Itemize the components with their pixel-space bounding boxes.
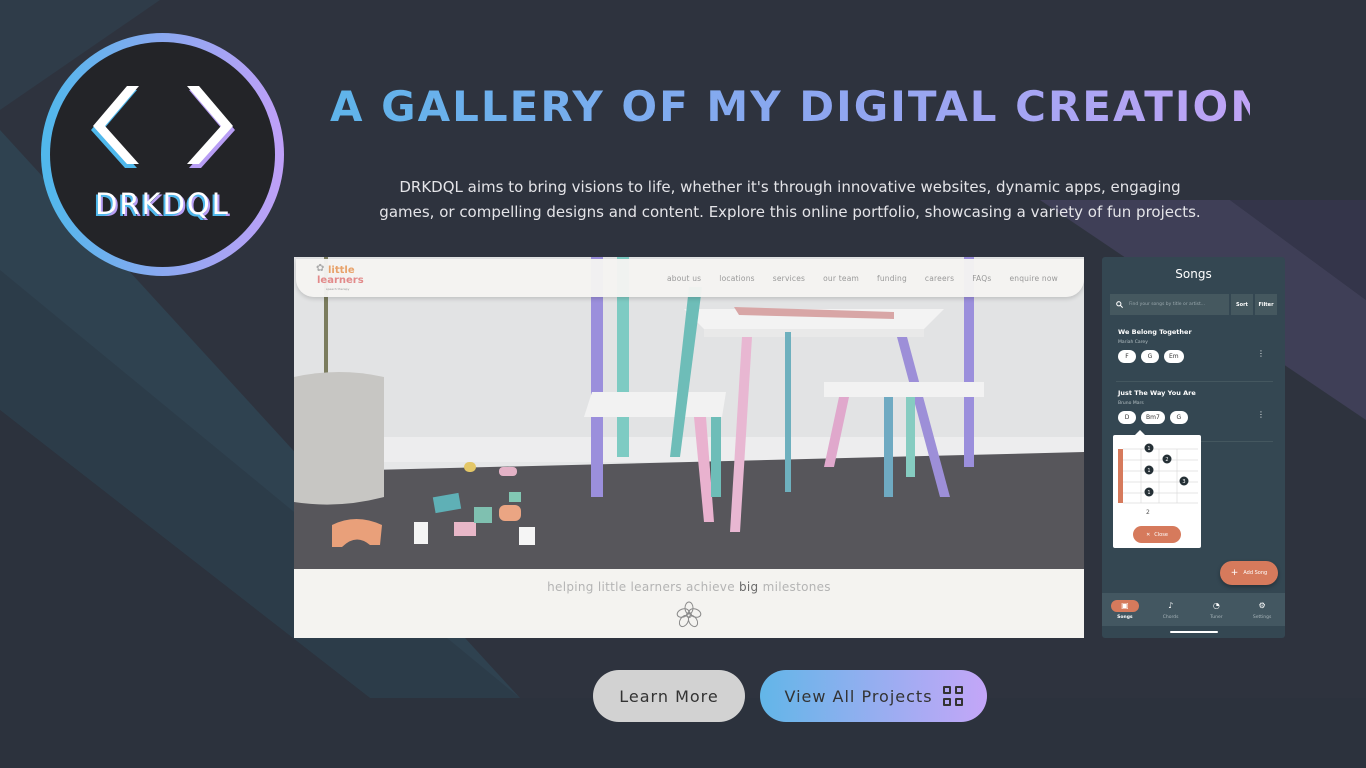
finger-number: 3 (1182, 479, 1185, 485)
chord-chip[interactable]: D (1118, 411, 1136, 424)
logo-text: learners (317, 275, 364, 286)
hero-description-line: games, or compelling designs and content… (379, 203, 1201, 221)
list-divider (1116, 381, 1273, 382)
chord-chip[interactable]: Em (1164, 350, 1184, 363)
chord-chip[interactable]: G (1169, 411, 1188, 424)
flower-outline-icon (676, 601, 702, 628)
song-artist: Mariah Carey (1118, 340, 1148, 345)
finger-number: 1 (1147, 446, 1150, 452)
nav-link-about[interactable]: about us (667, 274, 701, 283)
learn-more-button[interactable]: Learn More (593, 670, 745, 722)
add-song-button[interactable]: + Add Song (1220, 561, 1278, 585)
website-tagline: helping little learners achieve big mile… (294, 580, 1084, 594)
search-icon (1116, 301, 1123, 308)
chord-chip[interactable]: Bm7 (1141, 411, 1165, 424)
chord-list: D Bm7 G (1118, 411, 1273, 424)
nav-link-careers[interactable]: careers (925, 274, 954, 283)
tagline-text: milestones (758, 580, 831, 594)
home-indicator (1170, 631, 1218, 633)
song-artist: Bruno Mars (1118, 401, 1144, 406)
hero-description: DRKDQL aims to bring visions to life, wh… (340, 175, 1240, 225)
logo-subtext: speech therapy (326, 287, 350, 291)
tab-label: Songs (1117, 614, 1133, 620)
little-learners-logo[interactable]: ✿ little learners speech therapy (314, 263, 366, 293)
website-navbar: ✿ little learners speech therapy about u… (296, 259, 1084, 297)
hero-description-line: DRKDQL aims to bring visions to life, wh… (399, 178, 1181, 196)
song-title: Just The Way You Are (1118, 389, 1196, 397)
tab-songs[interactable]: ▣ Songs (1102, 593, 1148, 626)
fret-number: 2 (1146, 509, 1150, 516)
close-label: Close (1154, 531, 1168, 538)
guitar-icon: ♪ (1168, 601, 1174, 610)
chord-list: F G Em (1118, 350, 1273, 363)
gauge-icon: ◔ (1212, 601, 1220, 610)
nav-link-funding[interactable]: funding (877, 274, 907, 283)
gear-icon: ⚙ (1258, 601, 1266, 610)
chord-chip[interactable]: G (1141, 350, 1159, 363)
chord-diagram: 1 2 1 3 1 (1118, 443, 1198, 504)
tab-chords[interactable]: ♪ Chords (1148, 593, 1194, 626)
tab-tuner[interactable]: ◔ Tuner (1194, 593, 1240, 626)
close-button[interactable]: ✕ Close (1133, 526, 1181, 543)
more-options-icon[interactable]: ⋮ (1257, 350, 1265, 358)
tab-label: Settings (1252, 614, 1272, 620)
logo-badge: DRKDQL (50, 42, 275, 267)
app-preview-card[interactable]: Songs Find your songs by title or artist… (1102, 257, 1285, 638)
song-search-input[interactable]: Find your songs by title or artist... (1110, 294, 1229, 315)
tab-label: Tuner (1210, 614, 1223, 620)
more-options-icon[interactable]: ⋮ (1257, 411, 1265, 419)
brand-name: DRKDQL (95, 187, 230, 221)
song-title: We Belong Together (1118, 328, 1192, 336)
plus-icon: + (1230, 568, 1239, 578)
nav-link-enquire[interactable]: enquire now (1009, 274, 1058, 283)
tab-settings[interactable]: ⚙ Settings (1239, 593, 1285, 626)
grid-icon (942, 686, 963, 706)
flower-icon: ✿ (316, 263, 325, 274)
song-list-item[interactable]: We Belong Together Mariah Carey F G Em ⋮ (1118, 328, 1273, 363)
add-song-label: Add Song (1243, 570, 1268, 576)
app-screen-title: Songs (1175, 267, 1212, 281)
page-title: A GALLERY OF MY DIGITAL CREATIONS (330, 82, 1300, 131)
finger-number: 1 (1147, 490, 1150, 496)
songs-icon: ▣ (1110, 599, 1139, 612)
chord-chip[interactable]: F (1118, 350, 1136, 363)
search-placeholder: Find your songs by title or artist... (1129, 302, 1206, 307)
nav-link-locations[interactable]: locations (719, 274, 754, 283)
view-all-projects-button[interactable]: View All Projects (760, 670, 987, 722)
close-icon: ✕ (1146, 531, 1151, 538)
website-nav-links: about us locations services our team fun… (667, 274, 1058, 283)
app-search-row: Find your songs by title or artist... So… (1110, 294, 1277, 315)
chord-diagram-popup: 1 2 1 3 1 2 ✕ Close (1113, 430, 1201, 548)
song-list-item[interactable]: Just The Way You Are Bruno Mars D Bm7 G … (1118, 389, 1273, 424)
code-brackets-icon (91, 86, 235, 168)
sort-button[interactable]: Sort (1231, 294, 1253, 315)
nav-link-faqs[interactable]: FAQs (972, 274, 991, 283)
tagline-emphasis: big (739, 580, 759, 594)
brand-logo[interactable]: DRKDQL (41, 33, 284, 276)
finger-number: 1 (1147, 468, 1150, 474)
website-hero-photo (294, 257, 1084, 569)
nav-link-services[interactable]: services (773, 274, 805, 283)
tagline-text: helping little learners achieve (547, 580, 739, 594)
view-all-label: View All Projects (784, 686, 933, 706)
tab-label: Chords (1162, 614, 1179, 620)
website-preview-card[interactable]: ✿ little learners speech therapy about u… (294, 257, 1084, 638)
app-tab-bar: ▣ Songs ♪ Chords ◔ Tuner ⚙ Settings (1102, 593, 1285, 626)
finger-number: 2 (1165, 457, 1168, 463)
filter-button[interactable]: Filter (1255, 294, 1277, 315)
nav-link-team[interactable]: our team (823, 274, 859, 283)
